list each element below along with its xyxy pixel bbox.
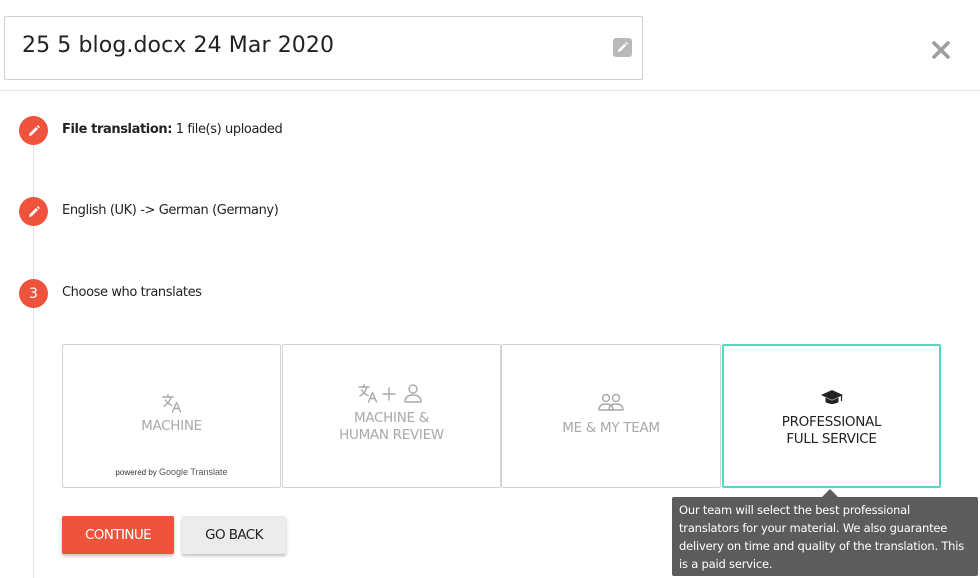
option-professional-label: PROFESSIONAL FULL SERVICE xyxy=(724,414,939,448)
option-machine[interactable]: MACHINE powered by Google Translate xyxy=(62,344,281,488)
continue-button[interactable]: CONTINUE xyxy=(62,516,174,554)
option-machine-human-line2: HUMAN REVIEW xyxy=(339,427,444,443)
tooltip-line: is a paid service. xyxy=(679,557,773,571)
option-professional-line1: PROFESSIONAL xyxy=(781,414,882,430)
tooltip-line: translators for your material. We also g… xyxy=(679,521,948,535)
option-me-and-my-team[interactable]: ME & MY TEAM xyxy=(501,344,721,488)
option-machine-human-line1: MACHINE & xyxy=(354,410,429,426)
tooltip-arrow xyxy=(822,489,838,497)
header: 25 5 blog.docx 24 Mar 2020 xyxy=(0,0,980,91)
step-3-number: 3 xyxy=(29,285,38,302)
go-back-button[interactable]: GO BACK xyxy=(182,516,286,554)
option-professional-line2: FULL SERVICE xyxy=(786,431,877,447)
professional-service-tooltip: Our team will select the best profession… xyxy=(672,497,978,576)
step-2-edit-button[interactable] xyxy=(19,197,48,226)
option-machine-human-review[interactable]: MACHINE & HUMAN REVIEW xyxy=(282,344,501,488)
translate-icon xyxy=(161,393,181,413)
option-machine-human-review-label: MACHINE & HUMAN REVIEW xyxy=(283,410,500,444)
powered-by-text: powered by xyxy=(115,468,157,477)
pencil-icon xyxy=(28,205,40,217)
document-title-field[interactable]: 25 5 blog.docx 24 Mar 2020 xyxy=(4,16,643,80)
step-3-marker: 3 xyxy=(19,279,48,308)
pencil-icon xyxy=(617,42,628,53)
step-2-label: English (UK) -> German (Germany) xyxy=(62,203,279,218)
team-icon xyxy=(598,393,624,411)
tooltip-line: Our team will select the best profession… xyxy=(679,503,911,517)
translate-plus-person-icon xyxy=(357,383,422,403)
document-title: 25 5 blog.docx 24 Mar 2020 xyxy=(22,33,335,58)
step-1-label-bold: File translation: xyxy=(62,122,173,137)
edit-title-button[interactable] xyxy=(613,38,632,57)
option-professional-full-service[interactable]: PROFESSIONAL FULL SERVICE xyxy=(722,344,941,488)
tooltip-line: delivery on time and quality of the tran… xyxy=(679,539,965,553)
pencil-icon xyxy=(28,124,40,136)
option-me-and-my-team-label: ME & MY TEAM xyxy=(562,420,660,436)
step-1-edit-button[interactable] xyxy=(19,116,48,145)
option-machine-label: MACHINE xyxy=(141,418,202,434)
step-1-label-rest: 1 file(s) uploaded xyxy=(172,122,283,137)
step-1-label: File translation: 1 file(s) uploaded xyxy=(62,122,283,137)
close-x-icon xyxy=(932,41,950,59)
step-3-label: Choose who translates xyxy=(62,285,202,300)
powered-by-google: powered by Google Translate xyxy=(63,467,280,477)
graduation-cap-icon xyxy=(820,390,843,404)
close-button[interactable] xyxy=(931,40,951,60)
google-translate-brand: Google Translate xyxy=(159,467,228,477)
